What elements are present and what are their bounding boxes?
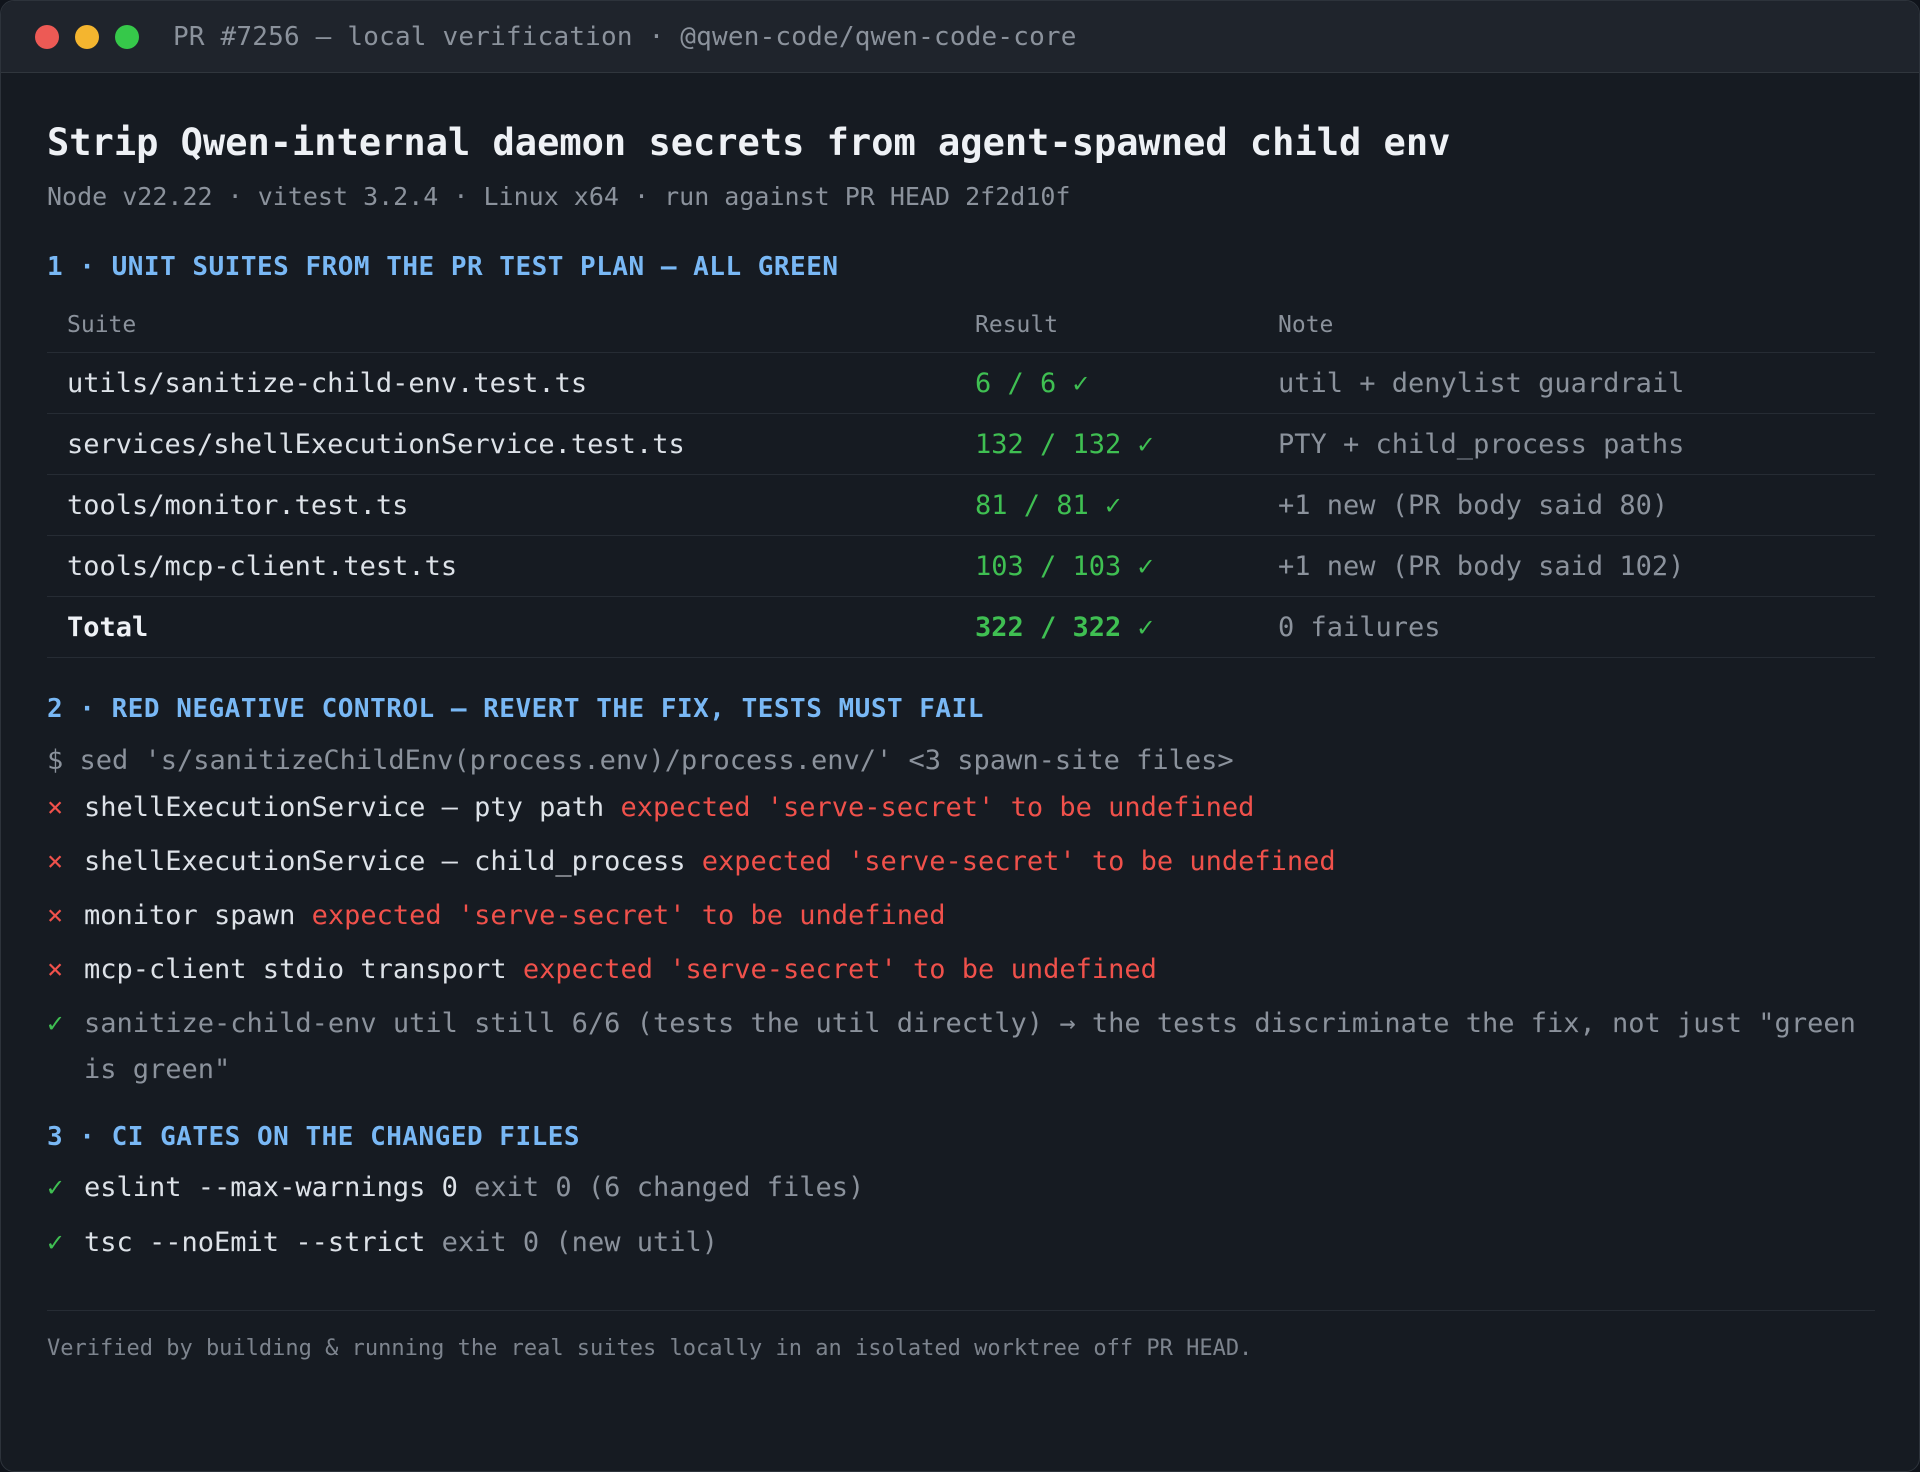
title-bar: PR #7256 — local verification · @qwen-co… [1,1,1919,73]
gate-command: eslint --max-warnings 0 [84,1172,458,1203]
footer-note: Verified by building & running the real … [47,1336,1253,1361]
terminal-window: PR #7256 — local verification · @qwen-co… [0,0,1920,1472]
column-header-result: Result [975,311,1059,338]
fail-icon: × [47,846,64,877]
suite-result: 81 / 81 ✓ [975,489,1122,521]
report-content: Strip Qwen-internal daemon secrets from … [47,73,1875,1365]
suite-name: tools/mcp-client.test.ts [67,550,458,582]
revert-command: $ sed 's/sanitizeChildEnv(process.env)/p… [47,745,1234,776]
list-item: × monitor spawn expected 'serve-secret' … [47,893,1875,947]
list-item: ✓ sanitize-child-env util still 6/6 (tes… [47,1001,1875,1093]
suite-note: +1 new (PR body said 102) [1278,550,1685,582]
failure-test-name: mcp-client stdio transport [84,954,507,985]
control-conclusion: sanitize-child-env util still 6/6 (tests… [84,1008,1856,1085]
minimize-window-button[interactable] [75,24,99,49]
list-item: × mcp-client stdio transport expected 's… [47,947,1875,1001]
fail-icon: × [47,900,64,931]
list-item: ✓ tsc --noEmit --strict exit 0 (new util… [47,1220,1875,1275]
check-icon: ✓ [47,1227,64,1258]
gate-detail: exit 0 (new util) [441,1227,718,1258]
environment-subtitle: Node v22.22 · vitest 3.2.4 · Linux x64 ·… [47,182,1071,211]
window-title: PR #7256 — local verification · @qwen-co… [173,21,1077,52]
failure-message: expected 'serve-secret' to be undefined [311,900,946,931]
table-row: tools/monitor.test.ts 81 / 81 ✓ +1 new (… [47,475,1875,536]
table-header-row: Suite Result Note [47,297,1875,353]
table-total-row: Total 322 / 322 ✓ 0 failures [47,597,1875,658]
check-icon: ✓ [47,1172,64,1203]
table-row: utils/sanitize-child-env.test.ts 6 / 6 ✓… [47,353,1875,414]
total-note: 0 failures [1278,611,1441,643]
suite-result: 132 / 132 ✓ [975,428,1154,460]
ci-gates-list: ✓ eslint --max-warnings 0 exit 0 (6 chan… [47,1165,1875,1275]
section-3-heading: 3 · CI GATES ON THE CHANGED FILES [47,1122,581,1152]
list-item: × shellExecutionService — pty path expec… [47,785,1875,839]
suite-note: util + denylist guardrail [1278,367,1685,399]
column-header-note: Note [1278,311,1334,338]
failure-test-name: shellExecutionService — pty path [84,792,605,823]
suite-note: PTY + child_process paths [1278,428,1685,460]
failure-message: expected 'serve-secret' to be undefined [620,792,1255,823]
page-title: Strip Qwen-internal daemon secrets from … [47,121,1451,164]
gate-detail: exit 0 (6 changed files) [474,1172,865,1203]
failure-test-name: monitor spawn [84,900,296,931]
list-item: × shellExecutionService — child_process … [47,839,1875,893]
list-item: ✓ eslint --max-warnings 0 exit 0 (6 chan… [47,1165,1875,1220]
suites-table: Suite Result Note utils/sanitize-child-e… [47,297,1875,658]
column-header-suite: Suite [67,311,137,338]
suite-name: utils/sanitize-child-env.test.ts [67,367,588,399]
fail-icon: × [47,954,64,985]
negative-control-list: × shellExecutionService — pty path expec… [47,785,1875,1093]
gate-command: tsc --noEmit --strict [84,1227,426,1258]
failure-test-name: shellExecutionService — child_process [84,846,686,877]
section-1-heading: 1 · UNIT SUITES FROM THE PR TEST PLAN — … [47,252,839,282]
failure-message: expected 'serve-secret' to be undefined [522,954,1157,985]
suite-result: 6 / 6 ✓ [975,367,1089,399]
maximize-window-button[interactable] [115,24,139,49]
suite-note: +1 new (PR body said 80) [1278,489,1669,521]
section-2-heading: 2 · RED NEGATIVE CONTROL — REVERT THE FI… [47,694,984,724]
table-row: tools/mcp-client.test.ts 103 / 103 ✓ +1 … [47,536,1875,597]
suite-name: tools/monitor.test.ts [67,489,409,521]
footer-divider [47,1310,1875,1311]
suite-result: 103 / 103 ✓ [975,550,1154,582]
suite-name: services/shellExecutionService.test.ts [67,428,685,460]
fail-icon: × [47,792,64,823]
close-window-button[interactable] [35,24,59,49]
total-result: 322 / 322 ✓ [975,611,1154,643]
check-icon: ✓ [47,1008,64,1039]
failure-message: expected 'serve-secret' to be undefined [701,846,1336,877]
total-label: Total [67,611,149,643]
table-row: services/shellExecutionService.test.ts 1… [47,414,1875,475]
